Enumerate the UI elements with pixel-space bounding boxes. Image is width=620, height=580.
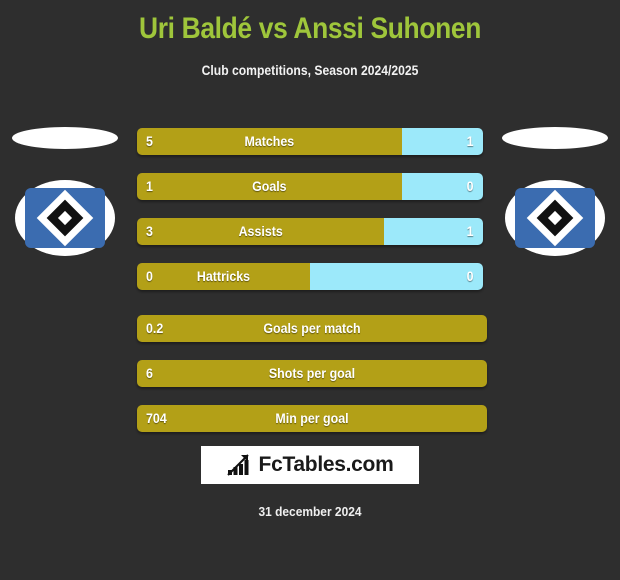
stat-bar-home-segment — [137, 218, 385, 245]
stat-home-value: 1 — [146, 179, 153, 194]
stat-bar-row: 0 0 Hattricks — [137, 263, 483, 290]
stat-home-value: 0.2 — [146, 321, 164, 336]
stat-home-value: 0 — [146, 269, 153, 284]
stat-bar-home-segment — [137, 263, 310, 290]
stat-home-value: 704 — [146, 411, 167, 426]
stat-bar-home-segment — [137, 315, 487, 342]
stat-away-value: 1 — [467, 224, 474, 239]
stat-bar-row: 6 Shots per goal — [137, 360, 487, 387]
stat-bar-row: 1 0 Goals — [137, 173, 483, 200]
fctables-logo[interactable]: FcTables.com — [201, 446, 419, 484]
stat-bar-row: 704 Min per goal — [137, 405, 487, 432]
stat-bars-container: 5 1 Matches 1 0 Goals 3 1 Assists 0 0 Hattricks 0.2 G… — [0, 0, 620, 580]
stat-home-value: 5 — [146, 134, 153, 149]
stat-bar-row: 0.2 Goals per match — [137, 315, 487, 342]
stat-home-value: 6 — [146, 366, 153, 381]
stat-bar-home-segment — [137, 128, 402, 155]
stat-bar-row: 5 1 Matches — [137, 128, 483, 155]
fctables-logo-text: FcTables.com — [258, 453, 394, 476]
stat-bar-home-segment — [137, 360, 487, 387]
stat-bar-home-segment — [137, 173, 402, 200]
stat-bar-home-segment — [137, 405, 487, 432]
stat-away-value: 1 — [467, 134, 474, 149]
stat-comparison-page: Uri Baldé vs Anssi Suhonen Club competit… — [0, 0, 620, 580]
stat-bar-row: 3 1 Assists — [137, 218, 483, 245]
bar-chart-icon — [226, 454, 249, 476]
stat-home-value: 3 — [146, 224, 153, 239]
stat-away-value: 0 — [467, 179, 474, 194]
stat-away-value: 0 — [467, 269, 474, 284]
report-date: 31 december 2024 — [258, 504, 362, 519]
stat-bar-away-segment — [310, 263, 483, 290]
